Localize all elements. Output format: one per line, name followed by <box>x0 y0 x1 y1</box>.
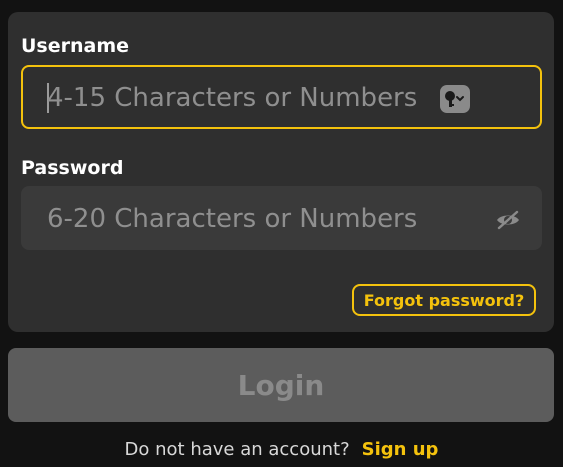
login-button[interactable]: Login <box>8 348 554 422</box>
key-icon[interactable] <box>440 85 470 113</box>
username-field[interactable]: 4-15 Characters or Numbers <box>21 65 542 129</box>
username-placeholder: 4-15 Characters or Numbers <box>47 83 418 113</box>
password-placeholder: 6-20 Characters or Numbers <box>47 204 418 234</box>
signup-prompt: Do not have an account? <box>124 438 350 460</box>
password-label: Password <box>21 157 124 179</box>
password-field[interactable]: 6-20 Characters or Numbers <box>21 186 542 250</box>
eye-slash-icon[interactable] <box>494 208 522 232</box>
signup-row: Do not have an account? Sign up <box>0 437 563 461</box>
login-card: Username 4-15 Characters or Numbers Pass… <box>8 12 554 332</box>
login-page: Username 4-15 Characters or Numbers Pass… <box>0 0 563 467</box>
username-label: Username <box>21 35 130 57</box>
forgot-password-link[interactable]: Forgot password? <box>352 284 536 316</box>
signup-link[interactable]: Sign up <box>362 439 439 460</box>
